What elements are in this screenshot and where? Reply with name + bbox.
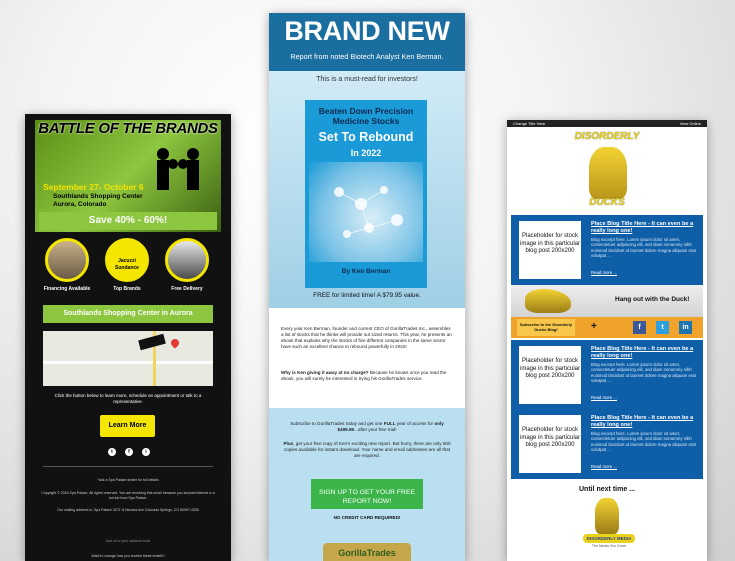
subscribe-full: FULL — [383, 421, 396, 426]
logo-top-text: DISORDERLY — [574, 131, 640, 142]
plus-icon[interactable]: + — [591, 321, 597, 332]
linkedin-icon[interactable]: in — [679, 321, 692, 334]
change-title-link[interactable]: Change Title Here — [513, 120, 545, 127]
subscribe-text-b: year of access for — [395, 421, 435, 426]
cta-text: Click the button below to learn more, sc… — [54, 393, 202, 404]
subscribe-paragraph: Subscribe to GorillaTrades today and get… — [283, 421, 451, 433]
plus-text: , get your free copy of Ken's exciting n… — [284, 441, 451, 458]
save-banner: Save 40% - 60%! — [39, 212, 217, 230]
headline: BRAND NEW — [284, 16, 450, 46]
top-bar: Change Title Here View Online — [507, 120, 707, 127]
blog-post-excerpt: Blog excerpt here. Lorem ipsum dolor sit… — [591, 431, 696, 453]
intro-paragraph: Every year Ken Berman, founder and curre… — [281, 326, 452, 349]
blog-post-title[interactable]: Place Blog Title Here - It can even be a… — [591, 221, 697, 235]
brand-name: Sundance — [115, 265, 139, 271]
footer-duck-icon — [595, 498, 619, 534]
blog-post-excerpt: Blog excerpt here. Lorem ipsum dolor sit… — [591, 237, 696, 259]
read-more-link[interactable]: Read more ... — [591, 270, 617, 275]
duck-mascot-icon — [589, 147, 627, 199]
event-dates: September 27- October 6 — [43, 182, 144, 192]
facebook-icon[interactable]: f — [125, 448, 133, 456]
subheadline: Report from noted Biotech Analyst Ken Be… — [290, 52, 444, 61]
disorderly-ducks-email: Change Title Here View Online DISORDERLY… — [507, 120, 707, 561]
logo-bottom-text: DUCKS — [589, 197, 625, 208]
social-links: t f i — [108, 448, 150, 456]
blog-post-title[interactable]: Place Blog Title Here - It can even be a… — [591, 346, 697, 360]
divider — [43, 466, 213, 467]
molecule-icon — [334, 186, 403, 238]
add-address-link[interactable]: Add us to your address book — [39, 539, 217, 544]
plus-word: Plus — [283, 441, 294, 446]
circle-label-brands: Top Brands — [113, 286, 141, 292]
body-section — [269, 308, 465, 408]
facebook-icon[interactable]: f — [633, 321, 646, 334]
book-author: By Ken Berman — [341, 268, 391, 275]
read-more-link[interactable]: Read more ... — [591, 464, 617, 469]
book-title-line1: Beaten Down Precision Medicine Stocks — [318, 106, 414, 126]
financing-image — [45, 238, 89, 282]
header-banner: BRAND NEW Report from noted Biotech Anal… — [269, 13, 465, 71]
learn-more-button[interactable]: Learn More — [100, 415, 155, 437]
no-credit-card-note: NO CREDIT CARD REQUIRED! — [333, 515, 401, 520]
ebook-cover[interactable]: Beaten Down Precision Medicine Stocks Se… — [305, 100, 427, 288]
preferences-text: Want to change how you receive these ema… — [91, 554, 165, 558]
free-offer: FREE for limited time! A $79.95 value. — [313, 292, 421, 299]
disorderly-media-logo: DISORDERLY MEDIA — [583, 534, 635, 543]
instagram-icon[interactable]: i — [142, 448, 150, 456]
battle-of-brands-email: BATTLE OF THE BRANDS September 27- Octob… — [25, 114, 231, 561]
blog-post-card: Placeholder for stock image in this part… — [511, 340, 703, 410]
circle-label-delivery: Free Delivery — [171, 286, 203, 292]
blog-post-card: Placeholder for stock image in this part… — [511, 409, 703, 479]
book-title-line3: In 2022 — [350, 148, 382, 158]
stock-image-placeholder: Placeholder for stock image in this part… — [519, 346, 581, 404]
top-brands-image: Jacuzzi Sundance — [105, 238, 149, 282]
blog-post-card: Placeholder for stock image in this part… — [511, 215, 703, 285]
map-pin-icon — [169, 337, 181, 349]
location-banner: Southlands Shopping Center in Aurora — [43, 305, 213, 323]
gorillatrades-logo: GorillaTrades — [323, 543, 411, 561]
sign-off: Until next time ... — [578, 486, 635, 493]
twitter-icon[interactable]: t — [108, 448, 116, 456]
stock-image-placeholder: Placeholder for stock image in this part… — [519, 415, 581, 473]
stock-image-placeholder: Placeholder for stock image in this part… — [519, 221, 581, 279]
subscribe-text-c: ...after your free trial! — [354, 427, 397, 432]
arrow-icon — [138, 333, 166, 351]
venue-line2: Aurora, Colorado — [53, 201, 107, 208]
footer-tagline: The Media You Covet — [591, 544, 627, 548]
subscribe-text-a: Subscribe to GorillaTrades today and get… — [290, 421, 384, 426]
mailing-address: Our mailing address is: Spa Palace 4271 … — [57, 508, 199, 512]
must-read-text: This is a must-read for investors! — [316, 76, 418, 83]
why-free-paragraph: Why is Ken giving it away at no charge? … — [281, 370, 453, 382]
location-map[interactable] — [43, 331, 213, 386]
plus-paragraph: Plus, get your free copy of Ken's exciti… — [283, 441, 451, 459]
copyright: Copyright © 2016 Spa Palace, All rights … — [41, 491, 215, 500]
disorderly-ducks-logo: DISORDERLY DUCKS — [559, 129, 655, 213]
hang-out-banner: Hang out with the Duck! — [511, 285, 703, 317]
brand-new-report-email: BRAND NEW Report from noted Biotech Anal… — [269, 13, 465, 561]
signup-button[interactable]: SIGN UP TO GET YOUR FREE REPORT NOW! — [311, 479, 423, 509]
hero-title: BATTLE OF THE BRANDS — [38, 120, 218, 137]
delivery-image — [165, 238, 209, 282]
brand-logo: Jacuzzi — [118, 258, 136, 264]
subscribe-bar: Subscribe to the Disorderly Ducks Blog! … — [511, 317, 703, 338]
blog-post-excerpt: Blog excerpt here. Lorem ipsum dolor sit… — [591, 362, 696, 384]
hang-out-text: Hang out with the Duck! — [615, 296, 690, 303]
read-more-link[interactable]: Read more ... — [591, 395, 617, 400]
twitter-icon[interactable]: t — [656, 321, 669, 334]
view-online-link[interactable]: View Online — [680, 120, 701, 127]
molecule-image — [309, 162, 423, 262]
venue: Southlands Shopping Center Aurora, Color… — [53, 193, 193, 209]
book-title-line2: Set To Rebound — [318, 130, 414, 144]
map-road — [43, 361, 213, 364]
disclaimer: *Ask a Spa Palace dealer for full detail… — [97, 478, 159, 482]
blog-post-title[interactable]: Place Blog Title Here - It can even be a… — [591, 415, 697, 429]
why-free-question: Why is Ken giving it away at no charge? — [281, 370, 369, 375]
subscribe-blog-button[interactable]: Subscribe to the Disorderly Ducks Blog! — [517, 319, 575, 336]
reclining-duck-icon — [525, 289, 571, 313]
circle-label-financing: Financing Available — [43, 286, 91, 292]
venue-line1: Southlands Shopping Center — [53, 193, 143, 200]
